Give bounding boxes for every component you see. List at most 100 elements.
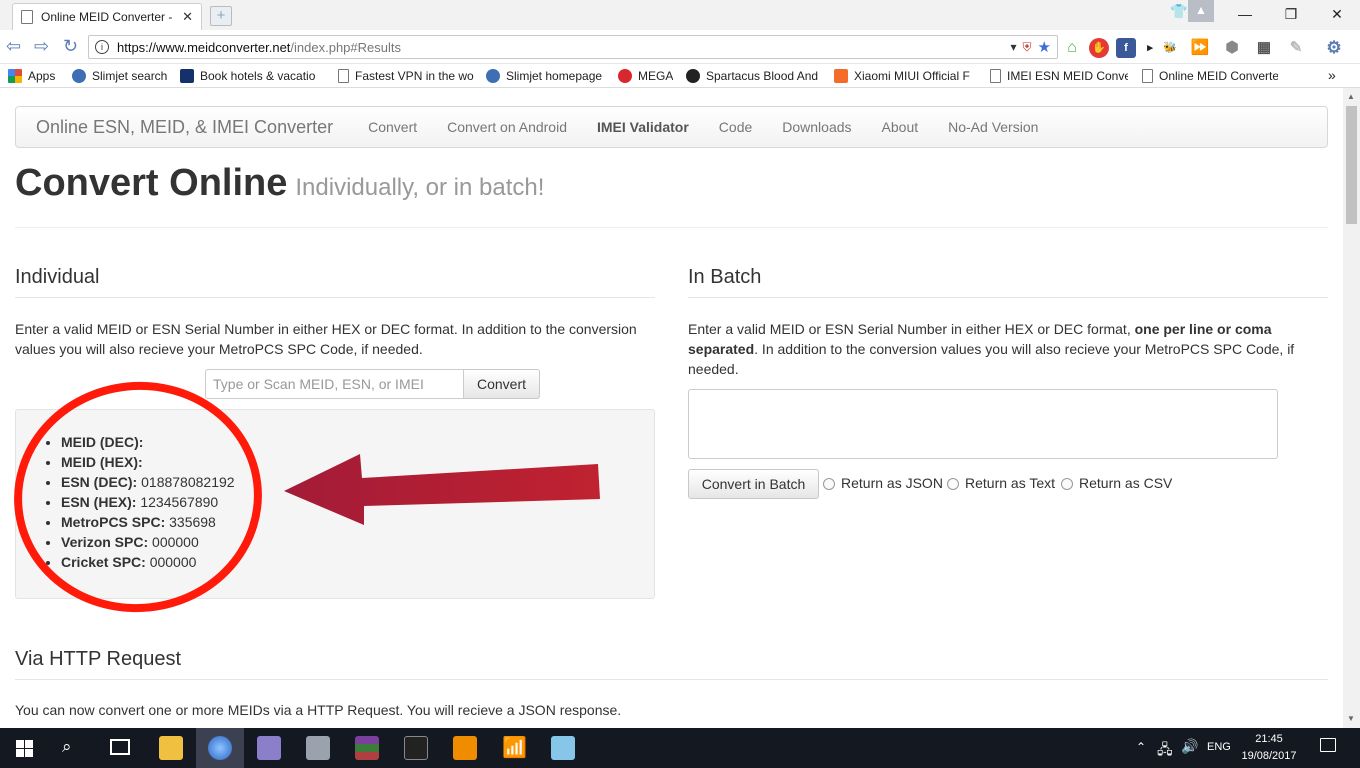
site-brand[interactable]: Online ESN, MEID, & IMEI Converter <box>36 117 333 138</box>
batch-description: Enter a valid MEID or ESN Serial Number … <box>688 319 1318 379</box>
dropdown-icon[interactable]: ▾ <box>1011 40 1017 54</box>
bookmarks-bar: Apps Slimjet search Book hotels & vacati… <box>0 64 1360 88</box>
task-view-icon[interactable] <box>110 739 130 755</box>
windows-taskbar: ⌕ 📶 ⌃ 🖧 🔊 ENG 21:45 19/08/2017 <box>0 728 1360 768</box>
media-player-icon[interactable] <box>453 736 477 760</box>
bookmark-label: Slimjet search <box>92 68 168 83</box>
windows-start-icon[interactable] <box>16 740 33 757</box>
convert-button[interactable]: Convert <box>464 369 540 399</box>
winrar-icon[interactable] <box>355 736 379 760</box>
result-cricket-spc: Cricket SPC: 000000 <box>61 552 235 572</box>
bookmark-online-meid[interactable]: Online MEID Converte <box>1142 68 1278 83</box>
radio-json[interactable]: Return as JSON <box>823 475 943 491</box>
language-indicator[interactable]: ENG <box>1207 741 1231 753</box>
meid-input[interactable] <box>205 369 464 399</box>
http-heading: Via HTTP Request <box>15 648 182 670</box>
file-explorer-icon[interactable] <box>159 736 183 760</box>
bookmark-slimjet-search[interactable]: Slimjet search <box>72 68 172 83</box>
facebook-icon[interactable]: f <box>1116 38 1136 58</box>
address-bar[interactable]: i https://www.meidconverter.net/index.ph… <box>88 35 1058 59</box>
bookmark-spartacus[interactable]: Spartacus Blood And <box>686 68 826 83</box>
new-tab-button[interactable]: + <box>210 6 232 26</box>
wifi-app-icon[interactable]: 📶 <box>502 735 527 760</box>
minimize-button[interactable]: — <box>1222 0 1268 30</box>
nav-code[interactable]: Code <box>704 119 767 135</box>
pen-icon[interactable]: ✎ <box>1286 38 1306 58</box>
bookmark-vpn[interactable]: Fastest VPN in the wo <box>338 68 478 83</box>
page-header: Convert Online Individually, or in batch! <box>15 162 544 205</box>
bookmark-mega[interactable]: MEGA <box>618 68 678 83</box>
home-icon[interactable]: ⌂ <box>1062 38 1082 58</box>
bee-icon[interactable]: 🐝 <box>1160 38 1180 58</box>
browser-tab[interactable]: Online MEID Converter - ✕ <box>12 3 202 30</box>
user-icon[interactable]: ▲ <box>1188 0 1214 22</box>
radio-label: Return as CSV <box>1079 475 1173 491</box>
page-title: Convert Online <box>15 162 288 204</box>
batch-textarea[interactable] <box>688 389 1278 459</box>
notepad-icon[interactable] <box>551 736 575 760</box>
bookmark-star-icon[interactable]: ★ <box>1038 38 1051 56</box>
terminal-icon[interactable] <box>404 736 428 760</box>
more-extensions-icon[interactable]: ▸ <box>1140 38 1160 58</box>
device-icon[interactable] <box>306 736 330 760</box>
theme-icon[interactable]: 👕 <box>1170 3 1188 21</box>
result-label: MEID (HEX): <box>61 454 143 470</box>
radio-csv[interactable]: Return as CSV <box>1061 475 1172 491</box>
nav-no-ad[interactable]: No-Ad Version <box>933 119 1053 135</box>
close-tab-icon[interactable]: ✕ <box>182 9 193 25</box>
nav-imei-validator[interactable]: IMEI Validator <box>582 119 704 135</box>
adblock-icon[interactable]: ✋ <box>1089 38 1109 58</box>
bookmark-slimjet-home[interactable]: Slimjet homepage <box>486 68 610 83</box>
clock[interactable]: 21:45 19/08/2017 <box>1236 731 1302 765</box>
back-icon[interactable]: ⇦ <box>6 36 21 57</box>
bookmark-imei-esn[interactable]: IMEI ESN MEID Conve <box>990 68 1128 83</box>
more-bookmarks-icon[interactable]: » <box>1328 67 1336 83</box>
radio-circle[interactable] <box>1061 478 1073 490</box>
security-icon[interactable]: ⛨ <box>1023 40 1032 55</box>
radio-text[interactable]: Return as Text <box>947 475 1055 491</box>
volume-icon[interactable]: 🔊 <box>1181 738 1198 755</box>
result-label: ESN (DEC): <box>61 474 138 490</box>
scroll-down-icon[interactable]: ▼ <box>1347 714 1355 723</box>
forward-icon[interactable]: ⇨ <box>34 36 49 57</box>
tray-chevron-icon[interactable]: ⌃ <box>1136 740 1146 754</box>
scrollbar-thumb[interactable] <box>1346 106 1357 224</box>
network-icon[interactable]: 🖧 <box>1157 739 1173 763</box>
screenshot-icon[interactable]: ▦ <box>1254 38 1274 58</box>
divider <box>15 227 1328 228</box>
nav-convert-android[interactable]: Convert on Android <box>432 119 582 135</box>
page-icon <box>990 68 1001 83</box>
page-viewport: Online ESN, MEID, & IMEI Converter Conve… <box>0 88 1343 728</box>
puzzle-icon[interactable]: ⬢ <box>1222 38 1242 58</box>
tab-title: Online MEID Converter - <box>41 10 173 24</box>
maximize-button[interactable]: ❐ <box>1268 0 1314 30</box>
batch-desc-text: . In addition to the conversion values y… <box>688 341 1295 377</box>
close-window-button[interactable]: ✕ <box>1314 0 1360 30</box>
slimjet-browser-icon[interactable] <box>208 736 232 760</box>
settings-gear-icon[interactable]: ⚙ <box>1324 38 1344 58</box>
bookmark-apps[interactable]: Apps <box>8 68 64 83</box>
info-icon[interactable]: i <box>95 40 109 54</box>
nav-about[interactable]: About <box>867 119 934 135</box>
batch-heading: In Batch <box>688 266 762 288</box>
video-icon[interactable]: ⏩ <box>1190 38 1210 58</box>
app-icon[interactable] <box>257 736 281 760</box>
search-icon[interactable]: ⌕ <box>62 737 72 757</box>
page-scrollbar[interactable]: ▲ ▼ <box>1343 88 1360 728</box>
apps-grid-icon <box>8 68 22 83</box>
result-esn-dec: ESN (DEC): 018878082192 <box>61 472 235 492</box>
bookmark-booking[interactable]: Book hotels & vacatio <box>180 68 324 83</box>
radio-circle[interactable] <box>947 478 959 490</box>
convert-batch-button[interactable]: Convert in Batch <box>688 469 819 499</box>
bookmark-miui[interactable]: Xiaomi MIUI Official F <box>834 68 976 83</box>
notifications-icon[interactable] <box>1320 738 1336 752</box>
radio-circle[interactable] <box>823 478 835 490</box>
nav-convert[interactable]: Convert <box>353 119 432 135</box>
nav-downloads[interactable]: Downloads <box>767 119 866 135</box>
reload-icon[interactable]: ↻ <box>63 36 78 57</box>
browser-toolbar: ⇦ ⇨ ↻ i https://www.meidconverter.net/in… <box>0 30 1360 64</box>
page-icon <box>338 68 349 83</box>
scroll-up-icon[interactable]: ▲ <box>1347 92 1355 101</box>
bookmark-label: MEGA <box>638 68 674 83</box>
url-text[interactable]: https://www.meidconverter.net/index.php#… <box>117 40 1011 55</box>
